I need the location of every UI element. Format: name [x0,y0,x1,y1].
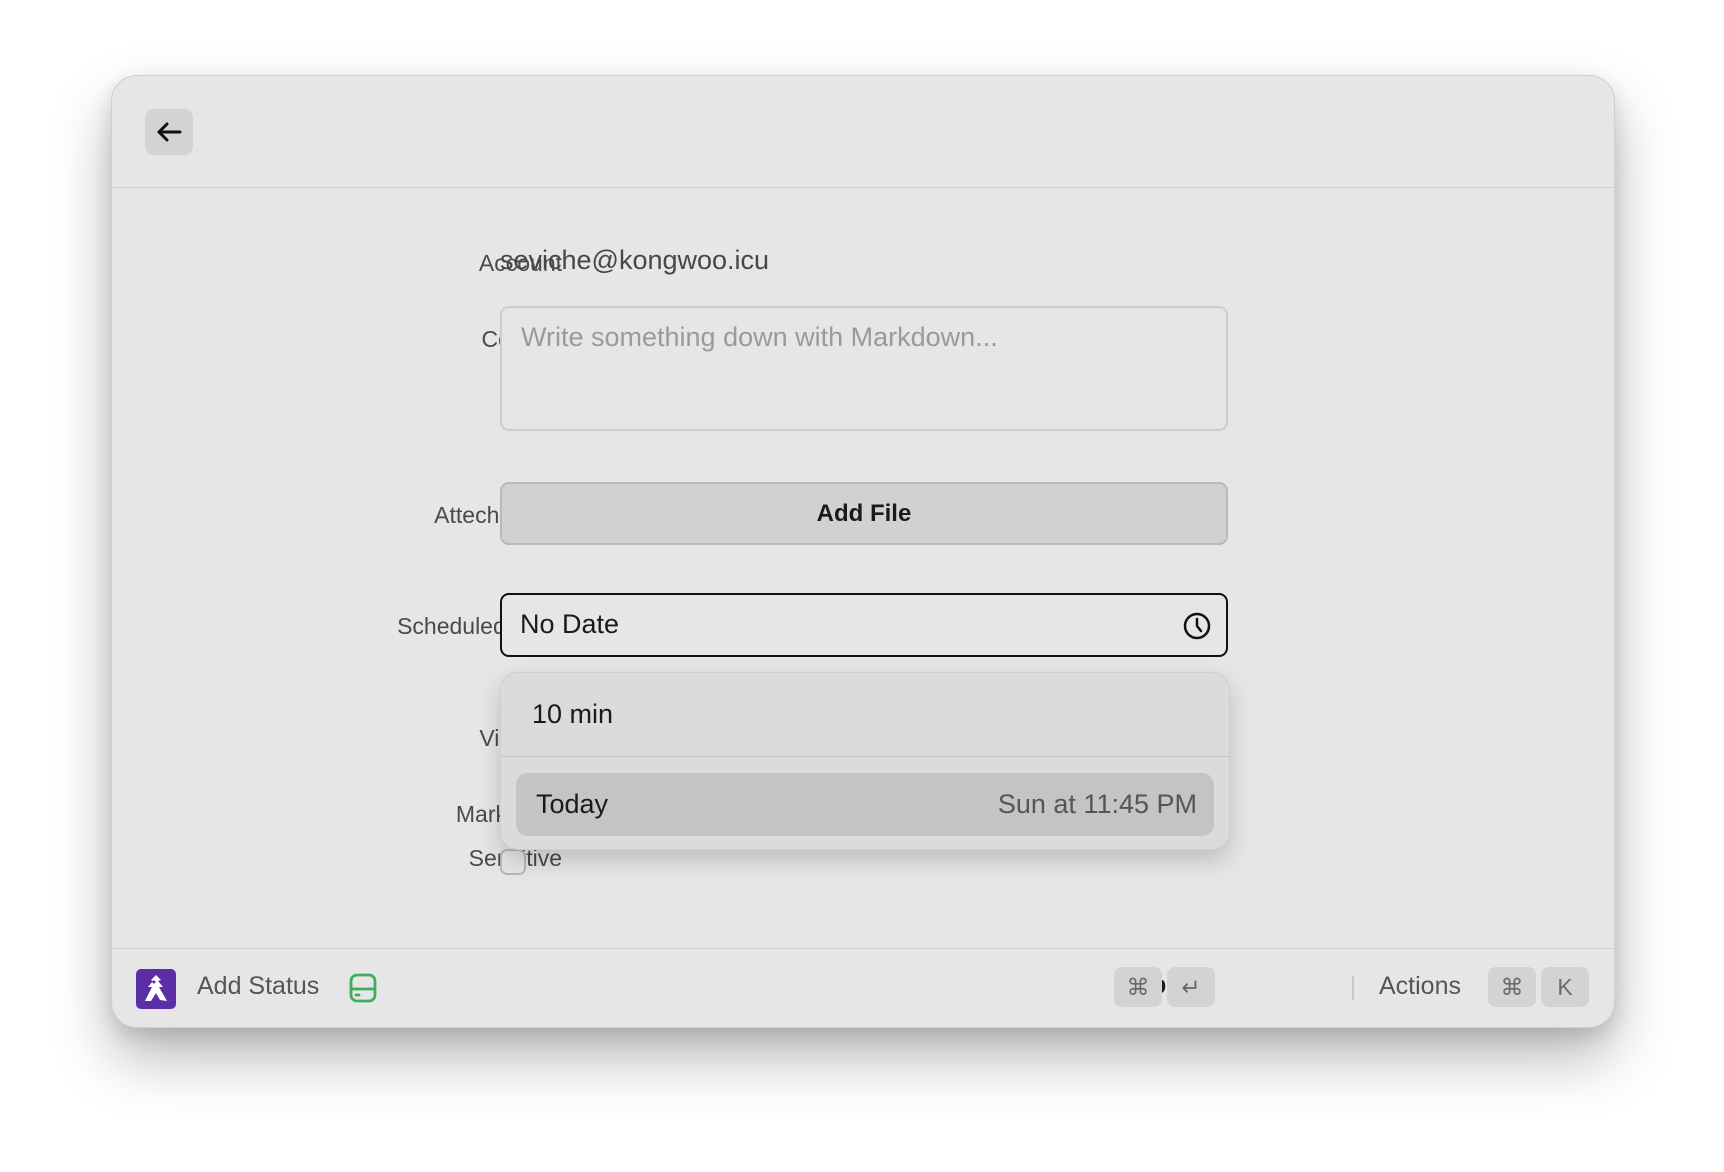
dropdown-item-today-label: Today [536,789,609,819]
arrow-left-icon [157,122,182,142]
actions-shortcut-k-key: K [1541,967,1589,1007]
hard-drive-icon [349,973,377,1003]
content-placeholder: Write something down with Markdown... [521,322,998,352]
clock-icon[interactable] [1182,611,1212,641]
publish-shortcut-enter-key: ↵ [1167,967,1215,1007]
footer: Add Status Publish ⌘ ↵ Actions ⌘ K [112,948,1614,1028]
window: Account seviche@kongwoo.icu Content Writ… [111,75,1615,1028]
dropdown-separator [501,756,1229,757]
actions-shortcut-cmd-key: ⌘ [1488,967,1536,1007]
dropdown-item-today-detail: Sun at 11:45 PM [997,789,1197,819]
add-file-button[interactable]: Add File [500,482,1228,545]
publish-shortcut-cmd-key: ⌘ [1114,967,1162,1007]
scheduled-time-field[interactable]: No Date [500,593,1228,657]
content-textarea[interactable]: Write something down with Markdown... [500,306,1228,431]
actions-button[interactable]: Actions [1379,972,1461,1001]
footer-divider [1352,976,1354,1000]
dropdown-item-10-min[interactable]: 10 min [532,699,613,730]
scheduled-time-value: No Date [520,609,620,639]
schedule-dropdown: 10 min Today Sun at 11:45 PM [500,672,1230,850]
sensitive-checkbox[interactable] [500,849,526,875]
header [112,76,1614,188]
account-value: seviche@kongwoo.icu [500,245,770,275]
add-status-title: Add Status [197,972,320,1000]
dropdown-item-today[interactable]: Today Sun at 11:45 PM [516,773,1214,836]
app-logo-icon [136,969,176,1009]
back-button[interactable] [145,109,193,155]
